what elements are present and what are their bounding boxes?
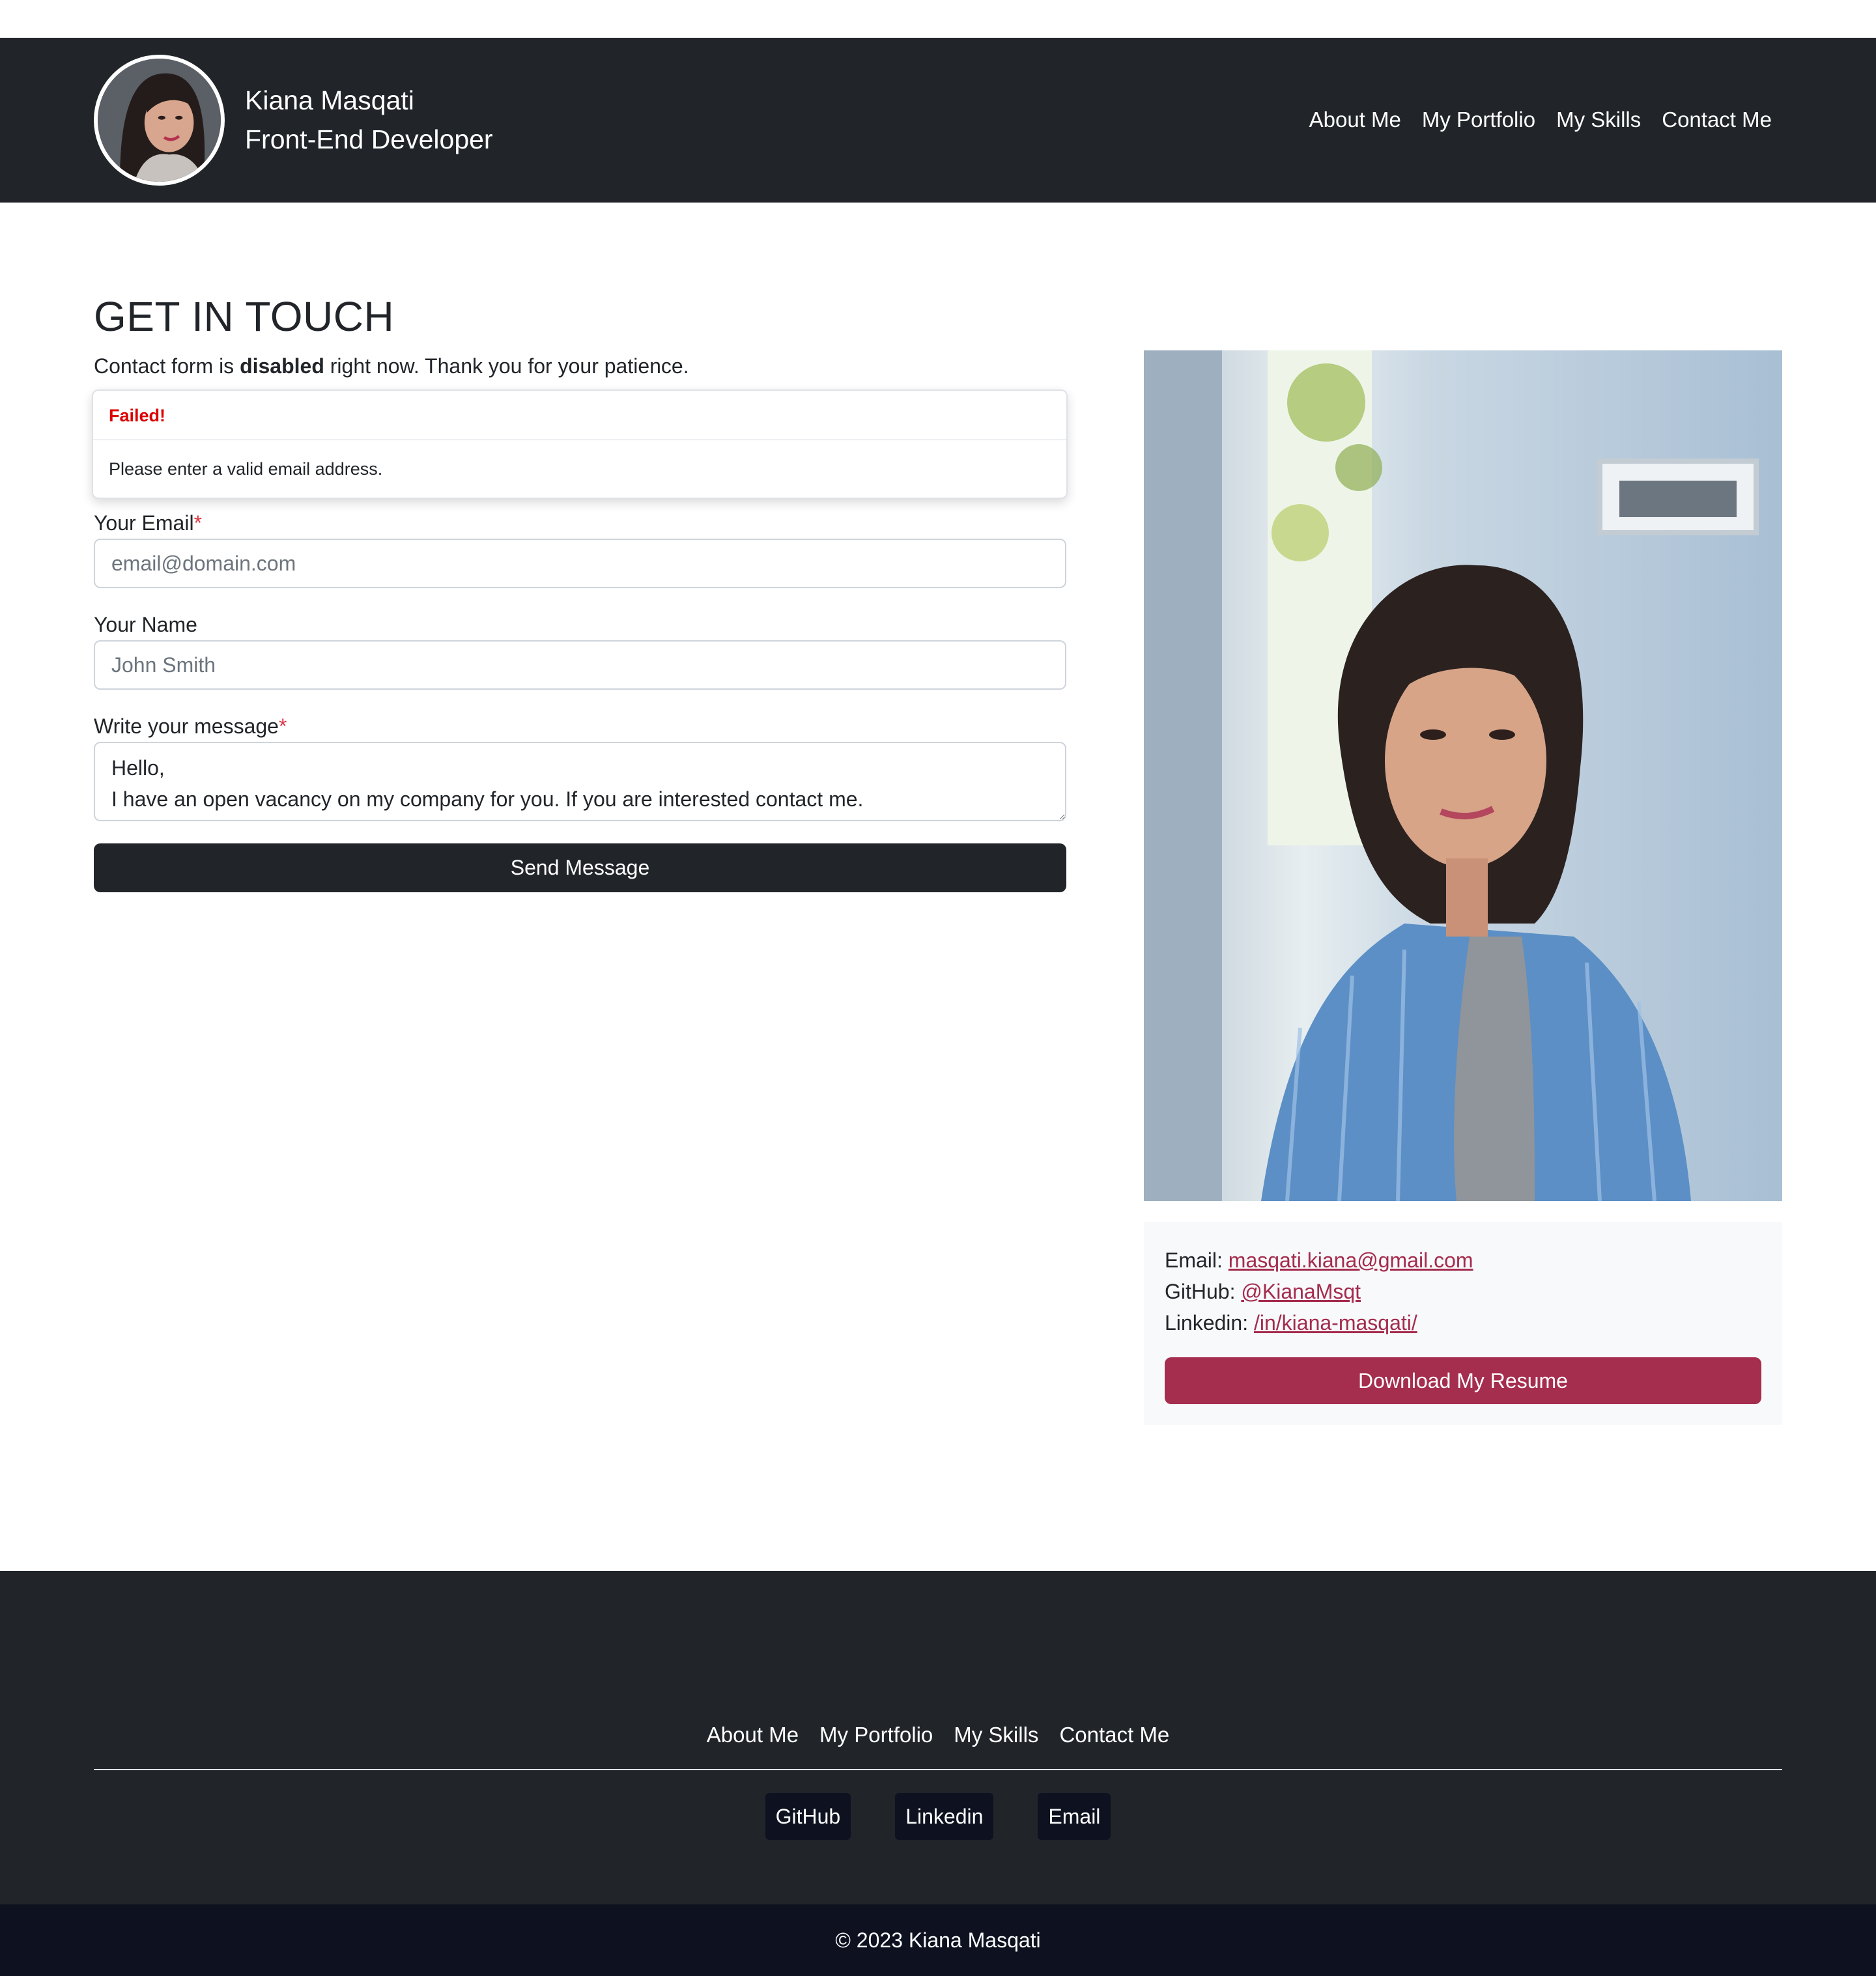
contact-email-link[interactable]: masqati.kiana@gmail.com bbox=[1229, 1249, 1473, 1272]
toast-title: Failed! bbox=[93, 391, 1066, 440]
social-email-button[interactable]: Email bbox=[1038, 1793, 1111, 1840]
message-label: Write your message* bbox=[94, 713, 287, 740]
lead-prefix: Contact form is bbox=[94, 354, 240, 378]
email-label: Your Email* bbox=[94, 509, 202, 537]
required-mark: * bbox=[278, 714, 287, 738]
contact-github-line: GitHub: @KianaMsqt bbox=[1165, 1276, 1361, 1307]
nav-about-me[interactable]: About Me bbox=[1309, 106, 1401, 134]
site-footer: About Me My Portfolio My Skills Contact … bbox=[0, 1571, 1876, 1904]
copyright: © 2023 Kiana Masqati bbox=[0, 1904, 1876, 1976]
footer-nav-my-portfolio[interactable]: My Portfolio bbox=[819, 1721, 933, 1749]
footer-nav-my-skills[interactable]: My Skills bbox=[954, 1721, 1038, 1749]
page-title: GET IN TOUCH bbox=[94, 293, 395, 340]
social-links: GitHub Linkedin Email bbox=[0, 1793, 1876, 1840]
form-status-text: Contact form is disabled right now. Than… bbox=[94, 352, 689, 380]
brand-role: Front-End Developer bbox=[245, 124, 493, 154]
contact-email-label: Email: bbox=[1165, 1249, 1229, 1272]
header-nav: About Me My Portfolio My Skills Contact … bbox=[1309, 106, 1772, 134]
email-label-text: Your Email bbox=[94, 511, 194, 535]
profile-photo bbox=[1144, 350, 1782, 1201]
brand-name: Kiana Masqati bbox=[245, 85, 414, 115]
footer-nav-about-me[interactable]: About Me bbox=[707, 1721, 799, 1749]
message-field[interactable]: Hello, I have an open vacancy on my comp… bbox=[94, 742, 1066, 821]
top-spacer bbox=[0, 0, 1876, 38]
error-toast: Failed! Please enter a valid email addre… bbox=[92, 389, 1068, 499]
social-github-button[interactable]: GitHub bbox=[765, 1793, 851, 1840]
footer-nav: About Me My Portfolio My Skills Contact … bbox=[0, 1721, 1876, 1749]
send-message-button[interactable]: Send Message bbox=[94, 843, 1066, 892]
name-field[interactable] bbox=[94, 640, 1066, 690]
message-label-text: Write your message bbox=[94, 714, 279, 738]
contact-email-line: Email: masqati.kiana@gmail.com bbox=[1165, 1245, 1473, 1276]
footer-divider bbox=[94, 1769, 1782, 1770]
contact-linkedin-label: Linkedin: bbox=[1165, 1311, 1254, 1334]
lead-bold: disabled bbox=[240, 354, 324, 378]
toast-message: Please enter a valid email address. bbox=[109, 459, 383, 479]
download-resume-button[interactable]: Download My Resume bbox=[1165, 1357, 1761, 1404]
contact-linkedin-link[interactable]: /in/kiana-masqati/ bbox=[1254, 1311, 1417, 1334]
social-linkedin-button[interactable]: Linkedin bbox=[895, 1793, 994, 1840]
contact-linkedin-line: Linkedin: /in/kiana-masqati/ bbox=[1165, 1307, 1417, 1338]
nav-my-portfolio[interactable]: My Portfolio bbox=[1422, 106, 1535, 134]
name-label: Your Name bbox=[94, 613, 197, 636]
lead-suffix: right now. Thank you for your patience. bbox=[324, 354, 689, 378]
required-mark: * bbox=[193, 511, 203, 535]
contact-github-link[interactable]: @KianaMsqt bbox=[1241, 1280, 1361, 1303]
avatar bbox=[94, 55, 225, 186]
contact-card: Email: masqati.kiana@gmail.com GitHub: @… bbox=[1144, 1222, 1782, 1425]
nav-my-skills[interactable]: My Skills bbox=[1556, 106, 1641, 134]
site-header: Kiana Masqati Front-End Developer About … bbox=[0, 38, 1876, 203]
email-field[interactable] bbox=[94, 539, 1066, 588]
footer-nav-contact-me[interactable]: Contact Me bbox=[1059, 1721, 1169, 1749]
contact-github-label: GitHub: bbox=[1165, 1280, 1242, 1303]
nav-contact-me[interactable]: Contact Me bbox=[1662, 106, 1772, 134]
